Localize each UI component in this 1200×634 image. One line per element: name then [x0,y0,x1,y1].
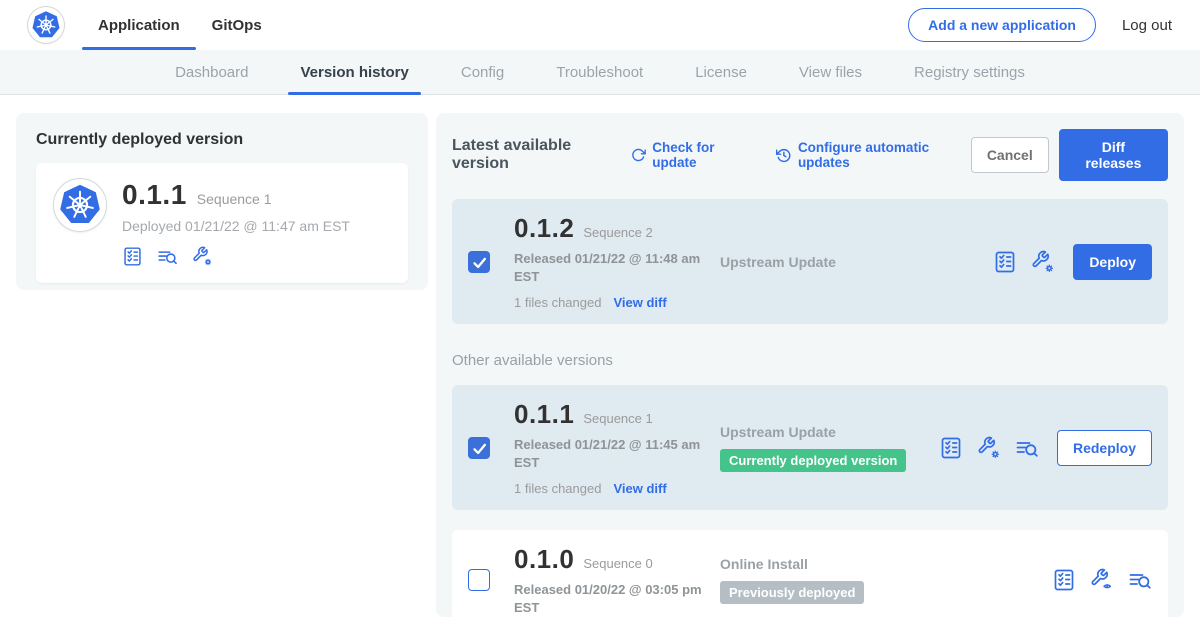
tab-application-label: Application [98,17,180,34]
version-number: 0.1.0 [514,544,574,575]
diff-releases-button[interactable]: Diff releases [1059,129,1168,181]
view-files-icon[interactable] [1015,436,1039,460]
checkmark-icon [470,253,488,271]
edit-config-icon[interactable] [977,436,1001,460]
version-source: Online Install Previously deployed [716,556,1052,604]
currently-deployed-badge: Currently deployed version [720,449,906,472]
version-row-0-1-2: 0.1.2 Sequence 2 Released 01/21/22 @ 11:… [452,199,1168,324]
version-number: 0.1.2 [514,213,574,244]
release-notes-icon[interactable] [1052,568,1076,592]
version-info: 0.1.0 Sequence 0 Released 01/20/22 @ 03:… [514,544,716,616]
tab-config-label: Config [461,64,504,81]
redeploy-button[interactable]: Redeploy [1057,430,1152,466]
available-panel-title: Latest available version [452,137,619,173]
tab-version-history-label: Version history [300,64,408,81]
version-actions: Redeploy [939,430,1152,466]
tab-view-files[interactable]: View files [773,50,888,94]
available-versions-panel: Latest available version Check for updat… [436,113,1184,617]
checkmark-icon [470,439,488,457]
tab-gitops[interactable]: GitOps [196,0,278,50]
tab-dashboard-label: Dashboard [175,64,248,81]
version-checkbox[interactable] [468,569,490,591]
version-info: 0.1.1 Sequence 1 Released 01/21/22 @ 11:… [514,399,716,496]
currently-deployed-panel: Currently deployed version 0.1.1 Sequenc… [16,113,428,290]
edit-config-icon[interactable] [192,246,213,267]
source-label: Upstream Update [720,424,939,440]
files-changed-label: 1 files changed [514,481,601,496]
tab-troubleshoot-label: Troubleshoot [556,64,643,81]
view-config-icon[interactable] [1090,568,1114,592]
app-icon [54,179,106,231]
tab-version-history[interactable]: Version history [274,50,434,94]
version-source: Upstream Update Currently deployed versi… [716,424,939,472]
version-actions [1052,568,1152,592]
tab-dashboard[interactable]: Dashboard [149,50,274,94]
main-content: Currently deployed version 0.1.1 Sequenc… [0,95,1200,634]
deploy-button[interactable]: Deploy [1073,244,1152,280]
files-changed-label: 1 files changed [514,295,601,310]
tab-view-files-label: View files [799,64,862,81]
logout-link[interactable]: Log out [1122,17,1172,34]
version-checkbox[interactable] [468,437,490,459]
tab-license-label: License [695,64,747,81]
tab-config[interactable]: Config [435,50,530,94]
kubernetes-icon [31,10,61,40]
release-notes-icon[interactable] [939,436,963,460]
deployed-sequence-label: Sequence 1 [197,191,272,207]
version-row-0-1-0: 0.1.0 Sequence 0 Released 01/20/22 @ 03:… [452,530,1168,630]
other-versions-heading: Other available versions [452,352,1168,369]
tab-license[interactable]: License [669,50,773,94]
released-timestamp: Released 01/21/22 @ 11:48 am EST [514,250,716,285]
configure-updates-link[interactable]: Configure automatic updates [776,140,971,170]
version-checkbox[interactable] [468,251,490,273]
deployed-panel-title: Currently deployed version [36,131,408,149]
top-nav: Application GitOps Add a new application… [0,0,1200,50]
deployed-timestamp: Deployed 01/21/22 @ 11:47 am EST [122,218,350,234]
app-sub-nav: Dashboard Version history Config Trouble… [0,50,1200,95]
refresh-icon [631,147,646,163]
kubernetes-icon [58,183,102,227]
cancel-button[interactable]: Cancel [971,137,1049,173]
tab-troubleshoot[interactable]: Troubleshoot [530,50,669,94]
release-notes-icon[interactable] [122,246,143,267]
tab-registry-settings-label: Registry settings [914,64,1025,81]
version-info: 0.1.2 Sequence 2 Released 01/21/22 @ 11:… [514,213,716,310]
version-source: Upstream Update [716,254,993,270]
released-timestamp: Released 01/20/22 @ 03:05 pm EST [514,581,716,616]
view-files-icon[interactable] [1128,568,1152,592]
top-nav-tabs: Application GitOps [82,0,278,50]
sequence-label: Sequence 1 [583,411,652,426]
version-actions: Deploy [993,244,1152,280]
clock-arrow-icon [776,147,792,164]
top-nav-right: Add a new application Log out [908,8,1172,42]
version-number: 0.1.1 [514,399,574,430]
tab-registry-settings[interactable]: Registry settings [888,50,1051,94]
previously-deployed-badge: Previously deployed [720,581,864,604]
released-timestamp: Released 01/21/22 @ 11:45 am EST [514,436,716,471]
version-row-0-1-1: 0.1.1 Sequence 1 Released 01/21/22 @ 11:… [452,385,1168,510]
deployed-version-number: 0.1.1 [122,179,187,211]
view-diff-link[interactable]: View diff [613,295,666,310]
sequence-label: Sequence 2 [583,225,652,240]
view-diff-link[interactable]: View diff [613,481,666,496]
deployed-version-card: 0.1.1 Sequence 1 Deployed 01/21/22 @ 11:… [36,163,408,283]
tab-application[interactable]: Application [82,0,196,50]
edit-config-icon[interactable] [1031,250,1055,274]
source-label: Online Install [720,556,1052,572]
deployed-action-icons [122,246,350,267]
sequence-label: Sequence 0 [583,556,652,571]
app-logo [28,7,64,43]
check-for-update-link[interactable]: Check for update [631,140,754,170]
deployed-version-details: 0.1.1 Sequence 1 Deployed 01/21/22 @ 11:… [122,179,350,267]
view-files-icon[interactable] [157,246,178,267]
source-label: Upstream Update [720,254,993,270]
check-for-update-label: Check for update [652,140,754,170]
available-versions-header: Latest available version Check for updat… [452,129,1168,181]
configure-updates-label: Configure automatic updates [798,140,971,170]
add-application-button[interactable]: Add a new application [908,8,1096,42]
release-notes-icon[interactable] [993,250,1017,274]
tab-gitops-label: GitOps [212,17,262,34]
